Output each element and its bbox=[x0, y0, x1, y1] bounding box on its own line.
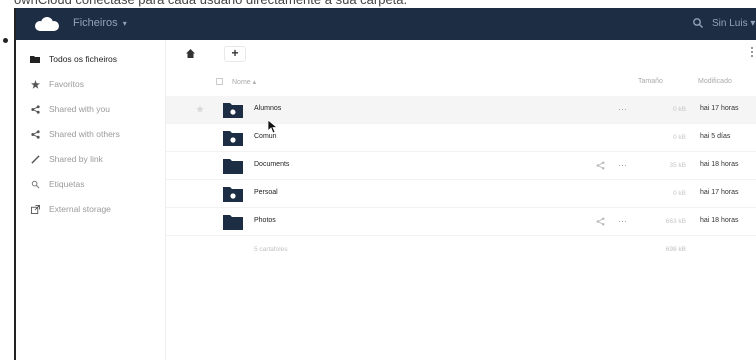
sidebar-item-label: External storage bbox=[49, 204, 111, 214]
shared-folder-icon[interactable] bbox=[223, 185, 243, 202]
search-icon[interactable] bbox=[692, 17, 704, 29]
app-title-label: Ficheiros bbox=[73, 17, 118, 29]
chevron-down-icon: ▾ bbox=[122, 19, 127, 28]
shared-folder-icon[interactable] bbox=[223, 129, 243, 146]
top-header: Ficheiros ▾ Sin Luis ▾ bbox=[16, 8, 756, 40]
file-list-area: + Nome ▴ Tamaño Modificado Alumnos ··· 0… bbox=[166, 40, 756, 360]
link-icon bbox=[30, 154, 40, 164]
list-bullet bbox=[3, 38, 8, 43]
external-storage-icon bbox=[30, 204, 40, 214]
file-size: 0 kB bbox=[672, 106, 686, 113]
user-menu-button[interactable]: Sin Luis ▾ bbox=[712, 18, 755, 29]
sidebar-item-label: Shared with you bbox=[49, 104, 110, 114]
file-row-documents[interactable]: Documents ··· 35 kB hai 18 horas bbox=[166, 152, 756, 180]
file-row-photos[interactable]: Photos ··· 663 kB hai 18 horas bbox=[166, 208, 756, 236]
file-size: 0 kB bbox=[672, 134, 686, 141]
sidebar-item-label: Shared by link bbox=[49, 154, 103, 164]
column-header-size[interactable]: Tamaño bbox=[638, 78, 663, 85]
sidebar-item-shared-by-link[interactable]: Shared by link bbox=[16, 148, 165, 170]
select-all-checkbox[interactable] bbox=[216, 78, 223, 85]
file-modified: hai 17 horas bbox=[700, 105, 739, 112]
file-modified: hai 17 horas bbox=[700, 189, 739, 196]
file-size: 663 kB bbox=[665, 218, 686, 225]
file-row-alumnos[interactable]: Alumnos ··· 0 kB hai 17 horas bbox=[166, 96, 756, 124]
file-table-header: Nome ▴ Tamaño Modificado bbox=[166, 76, 756, 90]
file-name[interactable]: Documents bbox=[254, 161, 289, 168]
sidebar-item-external-storage[interactable]: External storage bbox=[16, 198, 165, 220]
file-name[interactable]: Persoal bbox=[254, 189, 278, 196]
file-size: 0 kB bbox=[672, 190, 686, 197]
sidebar-item-label: Favoritos bbox=[49, 79, 84, 89]
column-header-modified[interactable]: Modificado bbox=[698, 78, 732, 85]
folder-icon[interactable] bbox=[223, 213, 243, 230]
star-icon[interactable] bbox=[196, 105, 204, 113]
more-actions-icon[interactable]: ··· bbox=[618, 161, 627, 170]
owncloud-window: Ficheiros ▾ Sin Luis ▾ Todos os ficheiro… bbox=[14, 8, 756, 360]
more-vertical-icon[interactable] bbox=[750, 46, 754, 58]
home-icon[interactable] bbox=[186, 49, 195, 58]
summary-total-size: 698 kB bbox=[665, 246, 686, 253]
sidebar-item-shared-with-others[interactable]: Shared with others bbox=[16, 123, 165, 145]
sidebar-item-favorites[interactable]: Favoritos bbox=[16, 73, 165, 95]
file-row-comun[interactable]: Comun 0 kB hai 5 días bbox=[166, 124, 756, 152]
star-icon bbox=[30, 79, 40, 89]
shared-folder-icon[interactable] bbox=[223, 101, 243, 118]
more-actions-icon[interactable]: ··· bbox=[618, 217, 627, 226]
share-icon bbox=[30, 104, 40, 114]
file-name[interactable]: Alumnos bbox=[254, 105, 281, 112]
sidebar-item-all-files[interactable]: Todos os ficheiros bbox=[16, 48, 165, 70]
file-row-persoal[interactable]: Persoal 0 kB hai 17 horas bbox=[166, 180, 756, 208]
file-list-summary: 5 cartafoles 698 kB bbox=[166, 246, 756, 260]
new-file-button[interactable]: + bbox=[224, 46, 246, 62]
file-name[interactable]: Comun bbox=[254, 133, 277, 140]
file-name[interactable]: Photos bbox=[254, 217, 276, 224]
tag-icon bbox=[30, 179, 40, 189]
share-icon[interactable] bbox=[596, 217, 605, 226]
mouse-cursor-icon bbox=[268, 120, 279, 134]
summary-count: 5 cartafoles bbox=[254, 246, 288, 253]
file-modified: hai 18 horas bbox=[700, 161, 739, 168]
folder-icon bbox=[30, 54, 40, 64]
owncloud-logo-icon[interactable] bbox=[32, 16, 62, 32]
share-icon bbox=[30, 129, 40, 139]
share-icon[interactable] bbox=[596, 161, 605, 170]
more-actions-icon[interactable]: ··· bbox=[618, 105, 627, 114]
file-size: 35 kB bbox=[669, 162, 686, 169]
sidebar: Todos os ficheiros Favoritos Shared with… bbox=[16, 40, 166, 360]
column-header-name[interactable]: Nome ▴ bbox=[232, 78, 256, 86]
sidebar-item-tags[interactable]: Etiquetas bbox=[16, 173, 165, 195]
sidebar-item-label: Shared with others bbox=[49, 129, 120, 139]
sidebar-item-shared-with-you[interactable]: Shared with you bbox=[16, 98, 165, 120]
page-caption: ownCloud conectase para cada usuario dir… bbox=[14, 0, 756, 8]
sidebar-item-label: Etiquetas bbox=[49, 179, 85, 189]
breadcrumb-bar: + bbox=[166, 40, 756, 64]
folder-icon[interactable] bbox=[223, 157, 243, 174]
sidebar-item-label: Todos os ficheiros bbox=[49, 54, 118, 64]
file-modified: hai 18 horas bbox=[700, 217, 739, 224]
file-modified: hai 5 días bbox=[700, 133, 731, 140]
app-menu-button[interactable]: Ficheiros ▾ bbox=[73, 17, 127, 29]
